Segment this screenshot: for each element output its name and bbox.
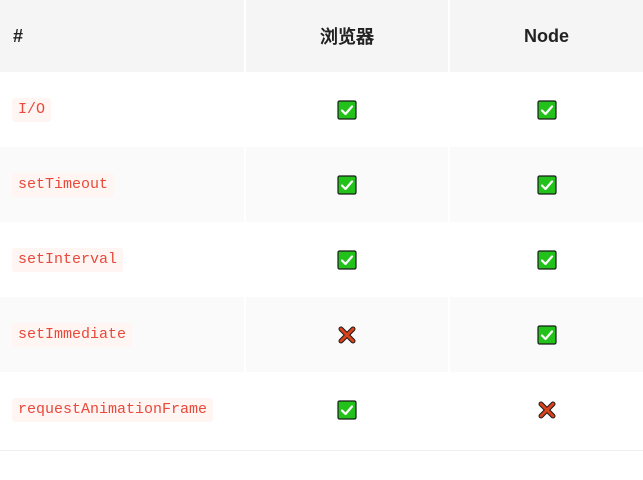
node-support-cell bbox=[450, 147, 643, 222]
header-browser: 浏览器 bbox=[246, 0, 450, 72]
api-name-cell: I/O bbox=[0, 72, 246, 147]
table-bottom-border bbox=[0, 450, 643, 451]
browser-support-cell bbox=[246, 222, 450, 297]
check-mark-button-icon bbox=[337, 99, 357, 120]
check-mark-button-icon bbox=[536, 324, 557, 345]
node-support-cell bbox=[450, 297, 643, 372]
api-name-code: requestAnimationFrame bbox=[12, 397, 214, 422]
api-name-cell: setImmediate bbox=[0, 297, 246, 372]
browser-support-cell bbox=[246, 372, 450, 447]
compatibility-table: # 浏览器 Node I/O setTimeout setInterval setIm… bbox=[0, 0, 643, 447]
node-support-cell bbox=[450, 372, 643, 447]
api-name-cell: requestAnimationFrame bbox=[0, 372, 246, 447]
check-mark-button-icon bbox=[536, 99, 557, 120]
api-name-cell: setTimeout bbox=[0, 147, 246, 222]
check-mark-button-icon bbox=[536, 174, 557, 195]
cross-mark-icon bbox=[538, 401, 555, 418]
api-name-code: I/O bbox=[12, 97, 52, 122]
api-name-code: setTimeout bbox=[12, 172, 115, 197]
api-name-code: setInterval bbox=[12, 247, 124, 272]
browser-support-cell bbox=[246, 297, 450, 372]
cross-mark-icon bbox=[338, 326, 356, 343]
check-mark-button-icon bbox=[337, 174, 357, 195]
browser-support-cell bbox=[246, 72, 450, 147]
node-support-cell bbox=[450, 222, 643, 297]
check-mark-button-icon bbox=[337, 399, 357, 420]
api-name-cell: setInterval bbox=[0, 222, 246, 297]
browser-support-cell bbox=[246, 147, 450, 222]
header-node: Node bbox=[450, 0, 643, 72]
check-mark-button-icon bbox=[337, 249, 357, 270]
node-support-cell bbox=[450, 72, 643, 147]
header-hash: # bbox=[0, 0, 246, 72]
check-mark-button-icon bbox=[536, 249, 557, 270]
api-name-code: setImmediate bbox=[12, 322, 133, 347]
